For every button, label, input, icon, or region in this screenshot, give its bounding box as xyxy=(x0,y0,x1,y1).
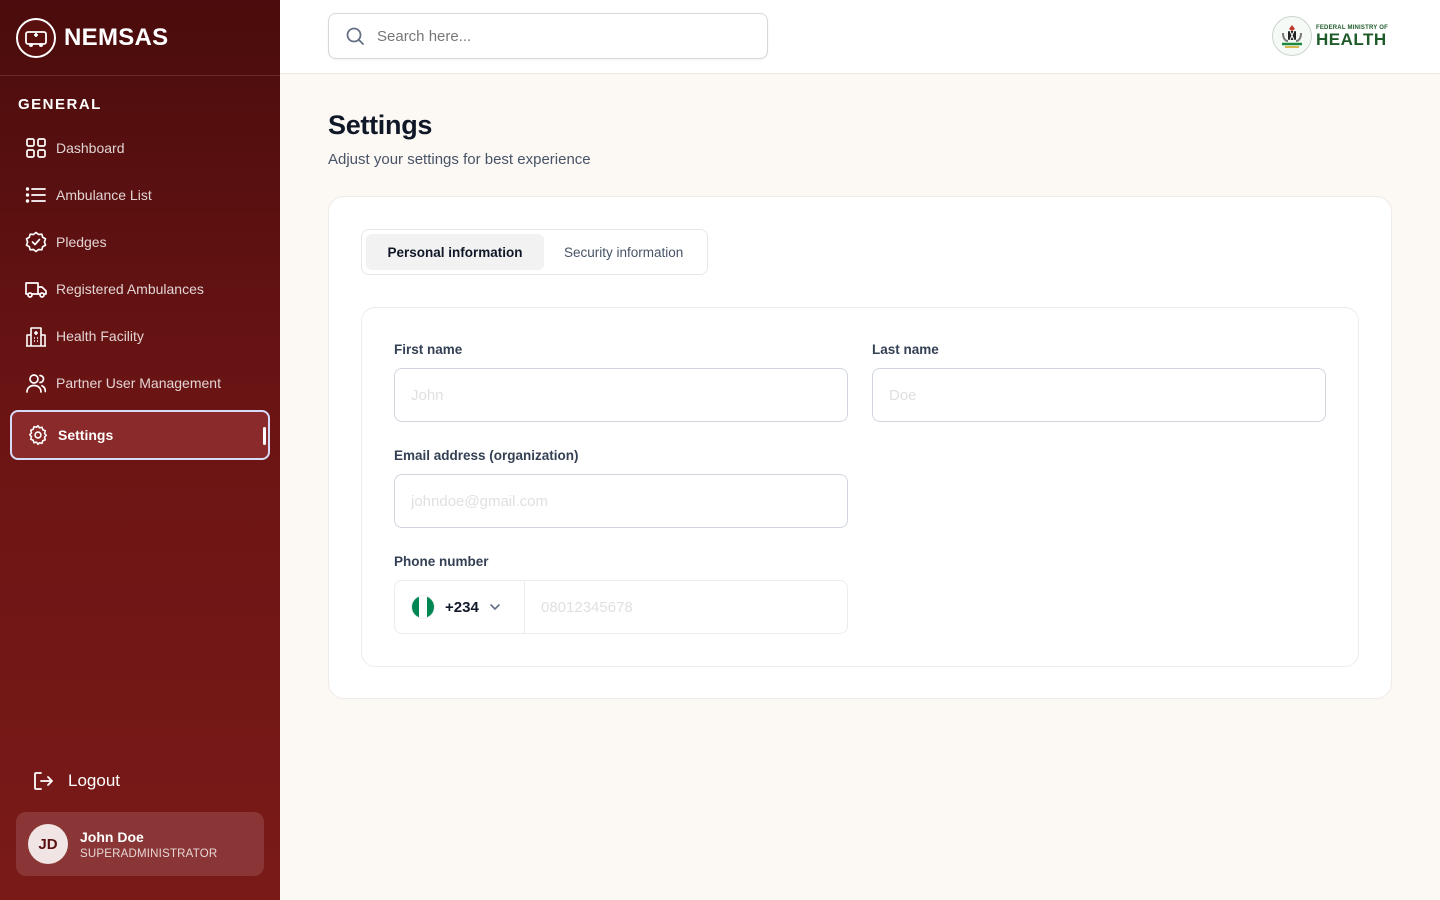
users-icon xyxy=(24,371,48,395)
sidebar-nav: Dashboard Ambulance List Pledges Registe… xyxy=(10,124,270,460)
brand-name: NEMSAS xyxy=(64,23,169,51)
settings-tabs: Personal information Security informatio… xyxy=(361,229,709,275)
top-bar: FEDERAL MINISTRY OF HEALTH xyxy=(280,0,1440,74)
user-meta: John Doe SUPERADMINISTRATOR xyxy=(80,829,217,860)
ministry-text: FEDERAL MINISTRY OF HEALTH xyxy=(1316,25,1388,48)
brand[interactable]: NEMSAS xyxy=(0,0,280,76)
first-name-input[interactable] xyxy=(395,369,847,421)
phone-input[interactable] xyxy=(525,581,847,633)
sidebar: NEMSAS GENERAL Dashboard Ambulance List … xyxy=(0,0,280,900)
chevron-down-icon xyxy=(489,601,501,613)
sidebar-item-label: Registered Ambulances xyxy=(56,280,204,297)
user-name: John Doe xyxy=(80,828,144,845)
logout-label: Logout xyxy=(68,771,120,790)
badge-check-icon xyxy=(24,230,48,254)
coat-of-arms-icon xyxy=(1271,16,1312,56)
list-icon xyxy=(24,183,48,207)
tab-personal-information[interactable]: Personal information xyxy=(366,234,544,270)
sidebar-item-ambulance-list[interactable]: Ambulance List xyxy=(10,171,270,218)
settings-card: Personal information Security informatio… xyxy=(328,196,1392,699)
email-label: Email address (organization) xyxy=(394,448,579,463)
sidebar-item-label: Settings xyxy=(58,427,114,443)
page-title: Settings xyxy=(328,110,433,140)
last-name-field-wrapper xyxy=(872,368,1326,422)
nav-section-title: GENERAL xyxy=(18,96,102,113)
page-subtitle: Adjust your settings for best experience xyxy=(328,151,591,168)
grid-icon xyxy=(24,136,48,160)
phone-label: Phone number xyxy=(394,554,489,569)
logout-icon xyxy=(32,770,54,792)
building-icon xyxy=(24,324,48,348)
tab-security-information[interactable]: Security information xyxy=(544,234,703,270)
sidebar-item-label: Dashboard xyxy=(56,139,125,156)
phone-field: +234 xyxy=(394,580,848,634)
logout-button[interactable]: Logout xyxy=(32,770,120,792)
last-name-input[interactable] xyxy=(873,369,1325,421)
user-profile-card[interactable]: JD John Doe SUPERADMINISTRATOR xyxy=(16,812,264,876)
user-role: SUPERADMINISTRATOR xyxy=(80,847,218,860)
sidebar-item-label: Health Facility xyxy=(56,327,144,344)
nigeria-flag-icon xyxy=(411,595,435,619)
avatar: JD xyxy=(28,824,68,864)
email-input[interactable] xyxy=(395,475,847,527)
gear-icon xyxy=(26,423,50,447)
sidebar-item-label: Pledges xyxy=(56,233,107,250)
sidebar-item-label: Ambulance List xyxy=(56,186,152,203)
sidebar-item-label: Partner User Management xyxy=(56,374,221,391)
sidebar-item-health-facility[interactable]: Health Facility xyxy=(10,312,270,359)
last-name-label: Last name xyxy=(872,342,939,357)
email-field-wrapper xyxy=(394,474,848,528)
ministry-logo: FEDERAL MINISTRY OF HEALTH xyxy=(1271,16,1388,56)
sidebar-item-dashboard[interactable]: Dashboard xyxy=(10,124,270,171)
ambulance-logo-icon xyxy=(16,17,56,58)
sidebar-item-settings[interactable]: Settings xyxy=(10,410,270,460)
country-code-select[interactable]: +234 xyxy=(395,581,525,633)
truck-icon xyxy=(24,277,48,301)
first-name-field-wrapper xyxy=(394,368,848,422)
personal-info-form: First name Last name Email address (orga… xyxy=(361,307,1359,667)
sidebar-item-pledges[interactable]: Pledges xyxy=(10,218,270,265)
search-icon xyxy=(345,26,365,46)
first-name-label: First name xyxy=(394,342,463,357)
search-box[interactable] xyxy=(328,13,768,59)
sidebar-item-partner-user-management[interactable]: Partner User Management xyxy=(10,359,270,406)
search-input[interactable] xyxy=(377,27,757,45)
sidebar-item-registered-ambulances[interactable]: Registered Ambulances xyxy=(10,265,270,312)
country-code: +234 xyxy=(445,598,479,616)
ministry-big-text: HEALTH xyxy=(1315,29,1387,49)
